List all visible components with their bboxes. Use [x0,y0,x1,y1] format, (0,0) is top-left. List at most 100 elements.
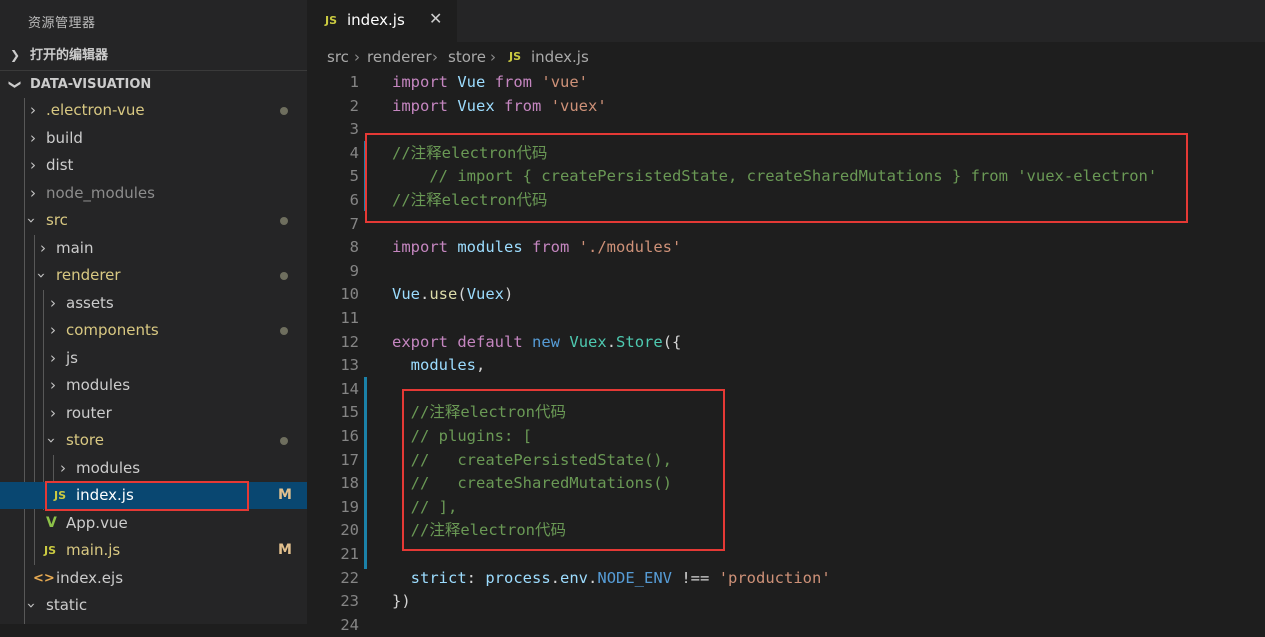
tree-folder-store-modules[interactable]: › modules [0,455,307,482]
code-token: './modules' [578,238,682,257]
tree-folder-main[interactable]: › main [0,235,307,262]
code-token: . [606,332,617,351]
tree-folder-assets[interactable]: › assets [0,290,307,317]
code-token: }) [392,592,411,611]
code-token: import [392,73,448,91]
code-token: : [466,568,486,587]
line-number: 11 [340,309,359,327]
code-token: Vuex [466,285,505,304]
tree-folder-static[interactable]: › static [0,592,307,619]
line-number: 3 [349,120,359,139]
chevron-right-icon: › [60,459,66,477]
tree-folder-src[interactable]: › src [0,207,307,234]
code-token: ) [504,285,514,304]
code-token: export [392,332,448,351]
breadcrumb-item[interactable]: store [448,46,486,68]
line-number: 12 [340,332,359,351]
tree-folder-modules[interactable]: › modules [0,372,307,399]
code-token: Vuex [569,332,607,351]
open-editors-section[interactable]: ❯ 打开的编辑器 [0,42,307,69]
line-number: 7 [349,214,359,233]
highlight-box [365,133,1188,223]
code-token: new [532,332,561,351]
code-token: env [560,568,589,587]
tree-item-label: node_modules [46,184,155,202]
code-token: Vue [457,73,486,91]
tree-folder-renderer[interactable]: › renderer [0,262,307,289]
line-number: 1 [349,73,359,91]
chevron-down-icon: › [22,602,41,609]
code-token: , [476,356,486,375]
tab-index-js[interactable]: JS index.js ✕ [307,0,457,42]
project-section[interactable]: ❯ DATA-VISUATION [0,70,307,98]
chevron-right-icon: › [432,48,438,66]
modified-dot [280,272,288,280]
code-token: from [494,73,533,91]
code-text: import Vuex from 'vuex' [392,94,607,118]
chevron-right-icon: › [50,349,56,367]
tree-folder-components[interactable]: › components [0,317,307,344]
javascript-file-icon: JS [325,14,338,27]
tree-folder-build[interactable]: › build [0,125,307,152]
tree-file-main-js[interactable]: JS main.js M [0,537,307,564]
code-token: . [420,285,430,304]
tree-folder-dist[interactable]: › dist [0,152,307,179]
tab-bar: JS index.js ✕ [307,0,1265,42]
tree-folder-store[interactable]: › store [0,427,307,454]
code-line: 11 [307,306,1265,330]
line-number: 22 [340,568,359,587]
tree-file-app-vue[interactable]: V App.vue [0,510,307,537]
code-token: use [429,285,458,304]
code-token: . [588,568,598,587]
code-text: Vue.use(Vuex) [392,282,513,306]
breadcrumb-item[interactable]: index.js [531,46,589,68]
line-number: 14 [340,379,359,398]
code-line: 23}) [307,589,1265,613]
explorer-sidebar: 资源管理器 ❯ 打开的编辑器 ❯ DATA-VISUATION › .elect… [0,0,307,624]
code-editor[interactable]: 1 import Vue from 'vue' 2 import Vuex from … [307,70,1265,634]
open-editors-label: 打开的编辑器 [30,48,109,63]
line-number: 23 [340,592,359,611]
chevron-down-icon: › [42,437,61,444]
tree-folder-node-modules[interactable]: › node_modules [0,180,307,207]
modified-dot [280,217,288,225]
breadcrumb-item[interactable]: src [327,46,349,68]
tree-folder-electron-vue[interactable]: › .electron-vue [0,97,307,124]
tree-item-label: modules [66,376,131,394]
close-icon[interactable]: ✕ [429,9,442,28]
code-line: 8 import modules from './modules' [307,235,1265,259]
modified-badge: M [278,487,292,503]
tree-item-label: .electron-vue [46,101,145,119]
tree-folder-js[interactable]: › js [0,345,307,372]
vue-file-icon: V [46,515,57,531]
tree-item-label: App.vue [66,514,128,532]
line-number: 10 [340,285,359,304]
line-number: 6 [349,191,359,209]
code-token: 'production' [718,568,831,587]
code-line: 13 modules, [307,353,1265,377]
code-token: default [457,332,523,351]
breadcrumb-item[interactable]: renderer [367,46,432,68]
tree-item-label: components [66,321,159,339]
javascript-file-icon: JS [44,544,57,557]
code-token: modules [410,356,476,375]
code-text: }) [392,589,411,613]
modified-dot [280,437,288,445]
tree-folder-router[interactable]: › router [0,400,307,427]
code-line: 2 import Vuex from 'vuex' [307,94,1265,118]
code-token: process [485,568,551,587]
line-number: 13 [340,356,359,375]
modified-badge: M [278,542,292,558]
code-token: import [392,96,448,115]
highlight-box [45,481,249,511]
tab-label: index.js [347,11,405,29]
tree-file-index-ejs[interactable]: <> index.ejs [0,565,307,592]
